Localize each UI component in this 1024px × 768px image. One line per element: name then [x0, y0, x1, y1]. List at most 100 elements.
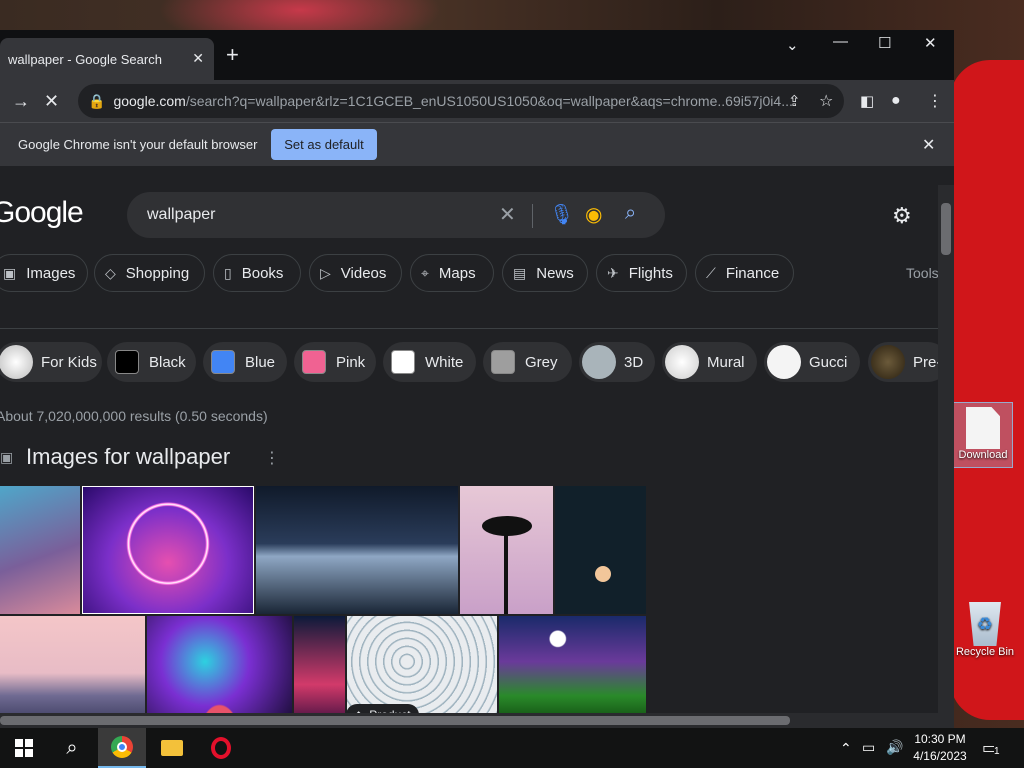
- share-icon[interactable]: ⇪: [788, 92, 801, 110]
- chip-thumbnail: [582, 345, 616, 379]
- image-result[interactable]: [82, 486, 254, 614]
- tab-news[interactable]: ▤ News: [502, 254, 588, 292]
- network-icon[interactable]: ▭: [862, 739, 875, 756]
- maximize-button[interactable]: ☐: [878, 34, 891, 52]
- vertical-scrollbar[interactable]: [938, 185, 954, 728]
- chrome-taskbar-icon[interactable]: [98, 728, 146, 768]
- file-icon: [966, 407, 1000, 449]
- side-panel-icon[interactable]: ◧: [860, 92, 874, 110]
- notifications-button[interactable]: ▭ 1: [982, 738, 1004, 758]
- results-stats: About 7,020,000,000 results (0.50 second…: [0, 408, 268, 424]
- image-result[interactable]: [347, 616, 497, 718]
- scrollbar-thumb[interactable]: [941, 203, 951, 255]
- filter-chip-blue[interactable]: Blue: [203, 342, 287, 382]
- browser-tab[interactable]: wallpaper - Google Search ✕: [0, 38, 214, 80]
- tab-books[interactable]: ▯ Books: [213, 254, 301, 292]
- tag-icon: ◇: [105, 264, 116, 281]
- filter-chip-grey[interactable]: Grey: [483, 342, 572, 382]
- filter-chip-3d[interactable]: 3D: [579, 342, 655, 382]
- chip-thumbnail: [767, 345, 801, 379]
- image-result[interactable]: [256, 486, 458, 614]
- color-swatch: [391, 350, 415, 374]
- color-swatch: [302, 350, 326, 374]
- chrome-logo-center: [117, 742, 127, 752]
- windows-logo-icon: [15, 739, 33, 757]
- close-tab-icon[interactable]: ✕: [192, 50, 204, 67]
- google-logo[interactable]: Google: [0, 196, 84, 230]
- filter-chip-black[interactable]: Black: [107, 342, 196, 382]
- close-infobar-icon[interactable]: ✕: [922, 135, 935, 155]
- tab-finance[interactable]: ⟋ Finance: [695, 254, 794, 292]
- divider: [532, 204, 533, 228]
- search-icon[interactable]: ⌕: [625, 202, 636, 225]
- taskbar: ⌕ ⌃ ▭ 🔊 10:30 PM 4/16/2023 ▭ 1: [0, 728, 1024, 768]
- tab-maps[interactable]: ⌖ Maps: [410, 254, 494, 292]
- lock-icon: 🔒: [88, 92, 106, 109]
- opera-logo-icon: [211, 737, 231, 759]
- search-taskbar-icon[interactable]: ⌕: [48, 728, 96, 768]
- tab-videos[interactable]: ▷ Videos: [309, 254, 402, 292]
- tab-shopping[interactable]: ◇ Shopping: [94, 254, 205, 292]
- desktop-icon-download[interactable]: Download: [953, 402, 1013, 468]
- palm-tree-shape: [504, 526, 508, 614]
- default-browser-infobar: Google Chrome isn't your default browser…: [0, 122, 954, 166]
- address-bar[interactable]: 🔒 google.com/search?q=wallpaper&rlz=1C1G…: [78, 84, 844, 118]
- filter-chip-pre[interactable]: Pre-: [868, 342, 938, 382]
- tab-title: wallpaper - Google Search: [8, 51, 162, 67]
- minimize-button[interactable]: —: [833, 33, 848, 50]
- images-section-heading[interactable]: Images for wallpaper: [26, 444, 230, 470]
- start-button[interactable]: [0, 728, 48, 768]
- clock[interactable]: 10:30 PM 4/16/2023: [912, 732, 968, 763]
- image-result[interactable]: [0, 616, 145, 718]
- search-results-page: Google wallpaper ✕ 🎙 ◉ ⌕ ⚙ ▣ Images ◇ Shop…: [0, 166, 938, 718]
- chip-thumbnail: [665, 345, 699, 379]
- filter-chip-mural[interactable]: Mural: [662, 342, 757, 382]
- close-window-button[interactable]: ✕: [924, 34, 937, 52]
- opera-taskbar-icon[interactable]: [197, 728, 245, 768]
- show-hidden-icons-icon[interactable]: ⌃: [840, 740, 852, 757]
- filter-chip-gucci[interactable]: Gucci: [764, 342, 860, 382]
- menu-dots-icon[interactable]: ⋮: [927, 91, 943, 111]
- filter-chip-white[interactable]: White: [383, 342, 476, 382]
- tab-flights[interactable]: ✈ Flights: [596, 254, 687, 292]
- filter-chip-pink[interactable]: Pink: [294, 342, 376, 382]
- image-icon: ▣: [0, 449, 14, 465]
- recycle-bin-icon: ♻: [969, 602, 1001, 646]
- chip-thumbnail: [871, 345, 905, 379]
- color-swatch: [211, 350, 235, 374]
- clear-search-icon[interactable]: ✕: [499, 202, 516, 227]
- image-result[interactable]: [499, 616, 646, 718]
- horizontal-scrollbar[interactable]: [0, 713, 938, 728]
- chrome-window: wallpaper - Google Search ✕ + ⌄ — ☐ ✕ → …: [0, 30, 954, 728]
- image-result[interactable]: [147, 616, 292, 718]
- filter-chip-for-kids[interactable]: For Kids: [0, 342, 102, 382]
- desktop-icon-recycle-bin[interactable]: ♻ Recycle Bin: [955, 602, 1015, 658]
- tab-search-icon[interactable]: ⌄: [786, 36, 799, 54]
- bookmark-star-icon[interactable]: ☆: [819, 91, 833, 111]
- image-result[interactable]: [0, 486, 80, 614]
- image-result[interactable]: [460, 486, 553, 614]
- new-tab-button[interactable]: +: [226, 44, 239, 66]
- tab-images[interactable]: ▣ Images: [0, 254, 88, 292]
- profile-avatar-icon[interactable]: ●: [891, 92, 901, 110]
- volume-icon[interactable]: 🔊: [886, 739, 903, 756]
- file-explorer-taskbar-icon[interactable]: [148, 728, 196, 768]
- lens-camera-icon[interactable]: ◉: [585, 202, 602, 227]
- image-result[interactable]: [555, 486, 646, 614]
- image-icon: ▣: [3, 264, 17, 281]
- image-result[interactable]: [294, 616, 345, 718]
- tools-button[interactable]: Tools: [906, 265, 938, 281]
- palm-leaves-shape: [482, 516, 532, 536]
- scrollbar-thumb[interactable]: [0, 716, 790, 725]
- finance-chart-icon: ⟋: [706, 264, 716, 281]
- search-input[interactable]: wallpaper: [147, 206, 215, 224]
- more-options-icon[interactable]: ⋮: [264, 448, 280, 468]
- divider: [0, 328, 938, 329]
- forward-arrow-icon[interactable]: →: [12, 91, 30, 112]
- search-box[interactable]: wallpaper ✕ 🎙 ◉ ⌕: [127, 192, 665, 238]
- desktop-icon-label: Recycle Bin: [955, 646, 1015, 658]
- set-as-default-button[interactable]: Set as default: [271, 129, 377, 160]
- stop-loading-icon[interactable]: ✕: [44, 91, 59, 112]
- voice-search-icon[interactable]: 🎙: [549, 202, 574, 227]
- settings-gear-icon[interactable]: ⚙: [892, 203, 912, 229]
